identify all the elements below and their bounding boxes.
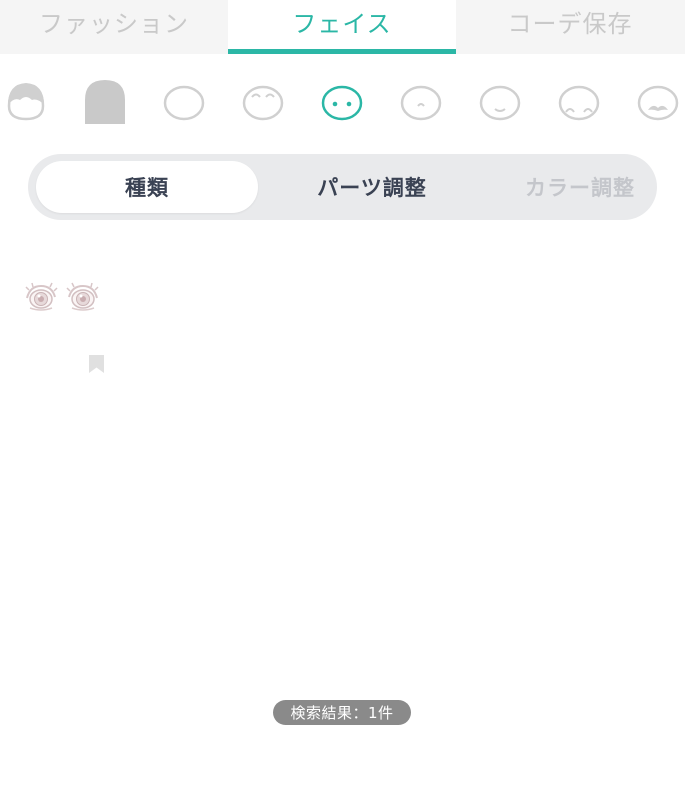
segment-type[interactable]: 種類: [36, 161, 258, 213]
mouth-icon[interactable]: [478, 76, 522, 126]
result-count-badge: 検索結果：1件: [273, 700, 411, 725]
nose-icon[interactable]: [399, 76, 443, 126]
bookmark-icon[interactable]: [88, 355, 105, 373]
tab-fashion[interactable]: ファッション: [0, 0, 228, 54]
eyes-icon[interactable]: [320, 76, 364, 126]
back-hair-icon[interactable]: [83, 76, 127, 126]
face-part-selector: [0, 76, 685, 128]
eyes-item-icon: [25, 282, 99, 311]
face-shape-icon[interactable]: [162, 76, 206, 126]
segment-parts-adjust[interactable]: パーツ調整: [258, 154, 486, 220]
top-tab-bar: ファッション フェイス コーデ保存: [0, 0, 685, 54]
segment-color-adjust[interactable]: カラー調整: [476, 154, 684, 220]
tab-saved-outfits[interactable]: コーデ保存: [456, 0, 684, 54]
cheek-icon[interactable]: [557, 76, 601, 126]
eyebrows-icon[interactable]: [241, 76, 285, 126]
mustache-icon[interactable]: [636, 76, 680, 126]
front-hair-icon[interactable]: [4, 76, 48, 126]
eyes-item[interactable]: [24, 278, 108, 322]
tab-face[interactable]: フェイス: [228, 0, 456, 54]
segmented-control: 種類 パーツ調整 カラー調整: [28, 154, 657, 220]
